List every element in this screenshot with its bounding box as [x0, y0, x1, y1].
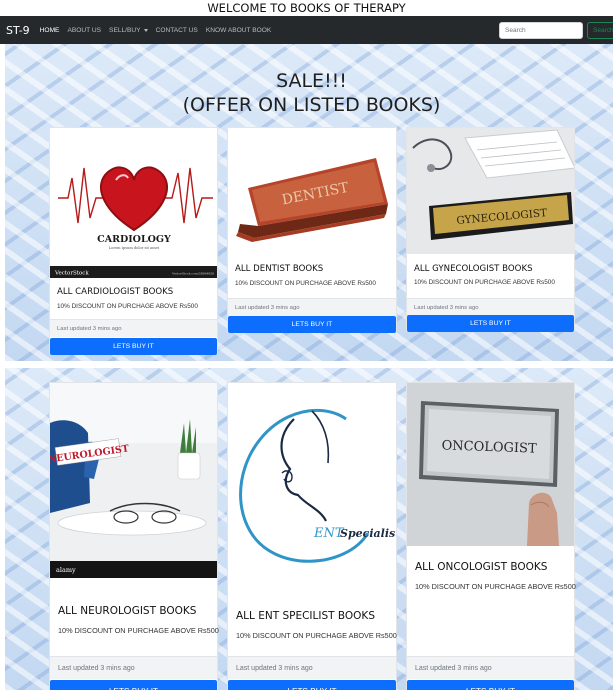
- vectorstock-url: VectorStock.com/28984838: [171, 272, 214, 276]
- cardiology-heart-image: CARDIOLOGY Lorem ipsum dolor sit amet Ve…: [50, 128, 217, 278]
- card-image-ent: ENT Specialists: [228, 383, 396, 578]
- card-footer: Last updated 3 mins ago: [407, 656, 574, 679]
- card-text: 10% DISCOUNT ON PURCHAGE ABOVE Rs500: [235, 280, 376, 287]
- search-button[interactable]: Search: [587, 22, 613, 39]
- card-title: ALL ENT SPECILIST BOOKS: [236, 610, 375, 622]
- caret-down-icon: [143, 28, 148, 32]
- nav-link-about-us[interactable]: ABOUT US: [67, 27, 101, 34]
- card-title: ALL ONCOLOGIST BOOKS: [415, 561, 548, 573]
- gynecologist-nameplate-image: GYNECOLOGIST: [407, 128, 574, 254]
- card-dentist: DENTIST ALL DENTIST BOOKS 10% DISCOUNT O…: [227, 127, 397, 333]
- buy-button-cardiologist[interactable]: LETS BUY IT: [50, 338, 217, 355]
- card-image-cardiologist: CARDIOLOGY Lorem ipsum dolor sit amet Ve…: [50, 128, 217, 278]
- card-title: ALL DENTIST BOOKS: [235, 264, 324, 274]
- ent-specialists-word: Specialists: [340, 527, 396, 540]
- navbar: ST-9 HOME ABOUT US SELL/BUY CONTACT US K…: [0, 16, 613, 44]
- page-banner: WELCOME TO BOOKS OF THERAPY: [0, 0, 613, 16]
- top-section: SALE!!! (OFFER ON LISTED BOOKS) CARDIOLO…: [5, 44, 613, 361]
- card-footer: Last updated 3 mins ago: [228, 298, 396, 316]
- nav-link-sell-buy-dropdown[interactable]: SELL/BUY: [109, 27, 148, 34]
- ent-logo-image: ENT Specialists: [228, 383, 396, 578]
- buy-button-dentist[interactable]: LETS BUY IT: [228, 316, 396, 333]
- buy-button-oncologist[interactable]: LETS BUY IT: [407, 680, 574, 690]
- card-text: 10% DISCOUNT ON PURCHAGE ABOVE Rs500: [236, 631, 397, 640]
- card-image-neurologist: NEUROLOGIST alamy: [50, 383, 217, 578]
- card-text: 10% DISCOUNT ON PURCHAGE ABOVE Rs500: [415, 582, 576, 591]
- card-oncologist: ONCOLOGIST ALL ONCOLOGIST BOOKS 10% DISC…: [406, 382, 576, 690]
- card-title: ALL GYNECOLOGIST BOOKS: [414, 264, 533, 274]
- nav-link-sell-buy-label: SELL/BUY: [109, 26, 141, 34]
- buy-button-ent[interactable]: LETS BUY IT: [228, 680, 396, 690]
- card-neurologist: NEUROLOGIST alamy ALL NEUROLOGIST BOOKS …: [49, 382, 219, 690]
- search-input[interactable]: [499, 22, 583, 39]
- card-text: 10% DISCOUNT ON PURCHAGE ABOVE Rs500: [58, 626, 219, 635]
- card-image-gynecologist: GYNECOLOGIST: [407, 128, 574, 254]
- buy-button-gynecologist[interactable]: LETS BUY IT: [407, 315, 574, 332]
- card-image-dentist: DENTIST: [228, 128, 396, 254]
- navbar-brand[interactable]: ST-9: [6, 24, 30, 37]
- card-text: 10% DISCOUNT ON PURCHAGE ABOVE Rs500: [414, 279, 555, 286]
- cardiology-tagline: Lorem ipsum dolor sit amet: [109, 246, 160, 250]
- nav-link-contact-us[interactable]: CONTACT US: [156, 27, 198, 34]
- card-cardiologist: CARDIOLOGY Lorem ipsum dolor sit amet Ve…: [49, 127, 218, 355]
- neurologist-desk-image: NEUROLOGIST alamy: [50, 383, 217, 578]
- bottom-section: NEUROLOGIST alamy ALL NEUROLOGIST BOOKS …: [5, 368, 613, 690]
- sale-heading: SALE!!!: [276, 70, 347, 92]
- nav-link-know-about-book[interactable]: KNOW ABOUT BOOK: [206, 27, 271, 34]
- buy-button-neurologist[interactable]: LETS BUY IT: [50, 680, 217, 690]
- card-footer: Last updated 3 mins ago: [50, 656, 217, 679]
- card-title: ALL CARDIOLOGIST BOOKS: [57, 287, 174, 297]
- card-title: ALL NEUROLOGIST BOOKS: [58, 605, 197, 617]
- section-divider: [0, 361, 613, 368]
- card-footer: Last updated 3 mins ago: [228, 656, 396, 679]
- nav-link-home[interactable]: HOME: [40, 27, 60, 34]
- dentist-nameplate-image: DENTIST: [228, 128, 396, 254]
- sale-subheading: (OFFER ON LISTED BOOKS): [182, 94, 441, 116]
- card-gynecologist: GYNECOLOGIST ALL GYNECOLOGIST BOOKS 10% …: [406, 127, 575, 332]
- card-image-oncologist: ONCOLOGIST: [407, 383, 574, 546]
- vectorstock-watermark: VectorStock: [54, 271, 89, 277]
- card-ent: ENT Specialists ALL ENT SPECILIST BOOKS …: [227, 382, 397, 690]
- card-footer: Last updated 3 mins ago: [407, 298, 574, 316]
- cardiology-word: CARDIOLOGY: [97, 234, 171, 245]
- card-text: 10% DISCOUNT ON PURCHAGE ABOVE Rs500: [57, 303, 198, 310]
- alamy-watermark: alamy: [56, 566, 76, 574]
- card-footer: Last updated 3 mins ago: [50, 319, 217, 337]
- oncologist-plate-image: ONCOLOGIST: [407, 383, 574, 546]
